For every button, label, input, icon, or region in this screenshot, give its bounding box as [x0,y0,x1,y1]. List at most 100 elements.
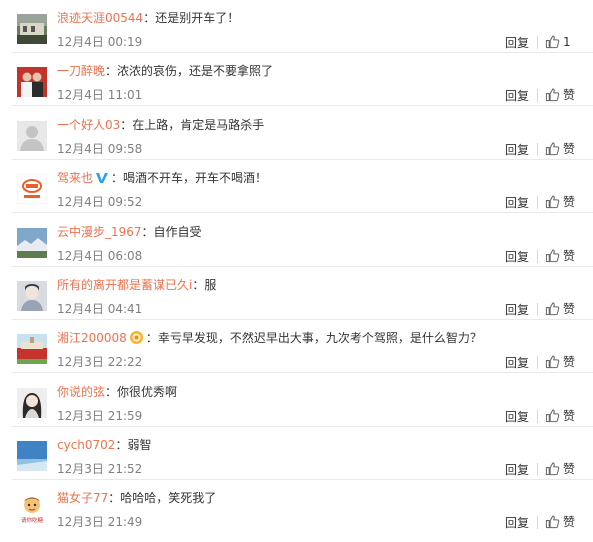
like-label: 赞 [563,462,576,476]
reply-button[interactable]: 回复 [505,89,529,103]
row-divider [12,212,593,213]
row-divider [12,372,593,373]
comment-row: 一个好人03：在上路，肯定是马路杀手 12月4日 09:58 回复 赞 [0,107,593,160]
action-divider [537,143,538,156]
like-button[interactable]: 赞 [545,407,575,425]
user-avatar[interactable] [17,121,47,151]
user-avatar[interactable] [17,228,47,258]
cartoon-avatar-icon: 请你吃糖 [17,494,47,524]
thumbs-up-icon [545,355,560,369]
username-link[interactable]: cych0702 [57,438,115,452]
comment-row: 云中漫步_1967：自作自受 12月4日 06:08 回复 赞 [0,214,593,267]
stadium-avatar-icon [17,334,47,364]
comment-line: 一刀醉晚：浓浓的哀伤，还是不要拿照了 [57,62,273,80]
comment-text: ：浓浓的哀伤，还是不要拿照了 [105,64,274,78]
comment-text: ：还是别开车了！ [143,11,240,25]
user-avatar[interactable]: 请你吃糖 [17,494,47,524]
comment-timestamp: 12月4日 04:41 [57,302,143,316]
thumbs-up-icon [545,195,560,209]
reply-button[interactable]: 回复 [505,303,529,317]
username-link[interactable]: 云中漫步_1967 [57,225,142,239]
user-avatar[interactable] [17,174,47,204]
like-button[interactable]: 赞 [545,86,575,104]
like-label: 赞 [563,195,576,209]
reply-button[interactable]: 回复 [505,36,529,50]
like-label: 赞 [563,88,576,102]
username-link[interactable]: 一个好人03 [57,118,120,132]
like-label: 赞 [563,355,576,369]
comment-line: cych0702：弱智 [57,436,151,454]
thumbs-up-icon [545,302,560,316]
comment-line: 浪迹天涯00544：还是别开车了！ [57,9,239,27]
like-button[interactable]: 赞 [545,300,575,318]
comment-list: 浪迹天涯00544：还是别开车了！ 12月4日 00:19 回复 1 一刀醉晚：… [0,0,593,542]
action-divider [537,356,538,369]
comment-text: ：喝酒不开车，开车不喝酒！ [111,171,268,185]
reply-button[interactable]: 回复 [505,250,529,264]
thumbs-up-icon [545,409,560,423]
action-divider [537,410,538,423]
reply-button[interactable]: 回复 [505,196,529,210]
user-avatar[interactable] [17,67,47,97]
username-link[interactable]: 浪迹天涯00544 [57,11,143,25]
action-divider [537,36,538,49]
like-label: 赞 [563,249,576,263]
comment-line: 湘江200008 ：幸亏早发现，不然迟早出大事，九次考个驾照，是什么智力？ [57,329,482,347]
like-label: 赞 [563,409,576,423]
like-button[interactable]: 赞 [545,193,575,211]
username-link[interactable]: 一刀醉晚 [57,64,105,78]
comment-line: 一个好人03：在上路，肯定是马路杀手 [57,116,264,134]
comment-row: 一刀醉晚：浓浓的哀伤，还是不要拿照了 12月4日 11:01 回复 赞 [0,53,593,106]
like-button[interactable]: 1 [545,33,571,51]
like-button[interactable]: 赞 [545,513,575,531]
username-link[interactable]: 所有的离开都是蓄谋已久i [57,278,192,292]
comment-timestamp: 12月4日 06:08 [57,249,143,263]
reply-button[interactable]: 回复 [505,410,529,424]
blue-sky-avatar-icon [17,441,47,471]
user-avatar[interactable] [17,441,47,471]
action-divider [537,89,538,102]
username-link[interactable]: 猫女子77 [57,491,108,505]
medal-icon [129,331,143,344]
comment-timestamp: 12月4日 09:52 [57,195,143,209]
like-button[interactable]: 赞 [545,247,575,265]
like-label: 赞 [563,142,576,156]
comment-row: 所有的离开都是蓄谋已久i：服 12月4日 04:41 回复 赞 [0,267,593,320]
username-link[interactable]: 湘江200008 [57,331,127,345]
user-avatar[interactable] [17,14,47,44]
comment-row: 你说的弦：你很优秀啊 12月3日 21:59 回复 赞 [0,374,593,427]
comment-line: 所有的离开都是蓄谋已久i：服 [57,276,216,294]
sky-avatar-icon [17,228,47,258]
comment-line: 你说的弦：你很优秀啊 [57,383,177,401]
like-count: 1 [563,35,571,49]
comment-timestamp: 12月3日 21:59 [57,409,143,423]
user-avatar[interactable] [17,388,47,418]
comment-text: ：哈哈哈，笑死我了 [108,491,217,505]
user-avatar[interactable] [17,281,47,311]
reply-button[interactable]: 回复 [505,463,529,477]
thumbs-up-icon [545,35,560,49]
reply-button[interactable]: 回复 [505,143,529,157]
username-link[interactable]: 驾来也 [57,171,93,185]
like-button[interactable]: 赞 [545,353,575,371]
like-label: 赞 [563,515,576,529]
reply-button[interactable]: 回复 [505,516,529,530]
like-button[interactable]: 赞 [545,140,575,158]
comment-row: 请你吃糖 猫女子77：哈哈哈，笑死我了 12月3日 21:49 回复 赞 [0,480,593,542]
action-divider [537,196,538,209]
couple-avatar-icon [17,67,47,97]
comment-row: cych0702：弱智 12月3日 21:52 回复 赞 [0,427,593,480]
comment-timestamp: 12月3日 21:52 [57,462,143,476]
comment-timestamp: 12月4日 09:58 [57,142,143,156]
reply-button[interactable]: 回复 [505,356,529,370]
username-link[interactable]: 你说的弦 [57,385,105,399]
user-avatar[interactable] [17,334,47,364]
thumbs-up-icon [545,249,560,263]
comment-text: ：你很优秀啊 [105,385,178,399]
comment-row: 湘江200008 ：幸亏早发现，不然迟早出大事，九次考个驾照，是什么智力？ 12月… [0,320,593,373]
avatar-caption: 请你吃糖 [21,516,44,524]
like-label: 赞 [563,302,576,316]
comment-line: 云中漫步_1967：自作自受 [57,223,202,241]
like-button[interactable]: 赞 [545,460,575,478]
comment-text: ：在上路，肯定是马路杀手 [120,118,265,132]
